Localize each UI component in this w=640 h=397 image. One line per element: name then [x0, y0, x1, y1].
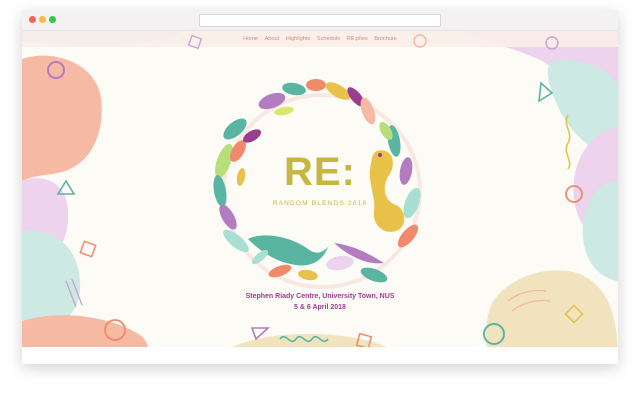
- page-footer-strip: [22, 347, 618, 364]
- nav-item-highlights[interactable]: Highlights: [286, 36, 311, 42]
- hero-subtitle: RANDOM BLENDS 2018: [273, 200, 368, 207]
- nav-item-home[interactable]: Home: [243, 36, 258, 42]
- diamond-outline-left: [79, 240, 97, 258]
- close-window-dot[interactable]: [29, 16, 36, 23]
- web-page: RE: RANDOM BLENDS 2018 Home About Highli…: [22, 31, 618, 364]
- browser-window: RE: RANDOM BLENDS 2018 Home About Highli…: [22, 10, 618, 364]
- venue-text: Stephen Riady Centre, University Town, N…: [245, 293, 395, 300]
- maximize-window-dot[interactable]: [49, 16, 56, 23]
- minimize-window-dot[interactable]: [39, 16, 46, 23]
- hero-logo: RE:: [284, 150, 356, 194]
- event-details: Stephen Riady Centre, University Town, N…: [22, 291, 618, 313]
- event-dates: 5 & 6 April 2018: [294, 304, 346, 311]
- nav-item-replies[interactable]: RE:plies: [347, 36, 368, 42]
- decorative-background: RE: RANDOM BLENDS 2018: [22, 31, 618, 364]
- top-navigation: Home About Highlights Schedule RE:plies …: [22, 31, 618, 47]
- address-bar[interactable]: [199, 14, 441, 27]
- browser-chrome: [22, 10, 618, 31]
- nav-item-about[interactable]: About: [265, 36, 280, 42]
- nav-item-brochure[interactable]: Brochure: [374, 36, 397, 42]
- nav-item-schedule[interactable]: Schedule: [317, 36, 340, 42]
